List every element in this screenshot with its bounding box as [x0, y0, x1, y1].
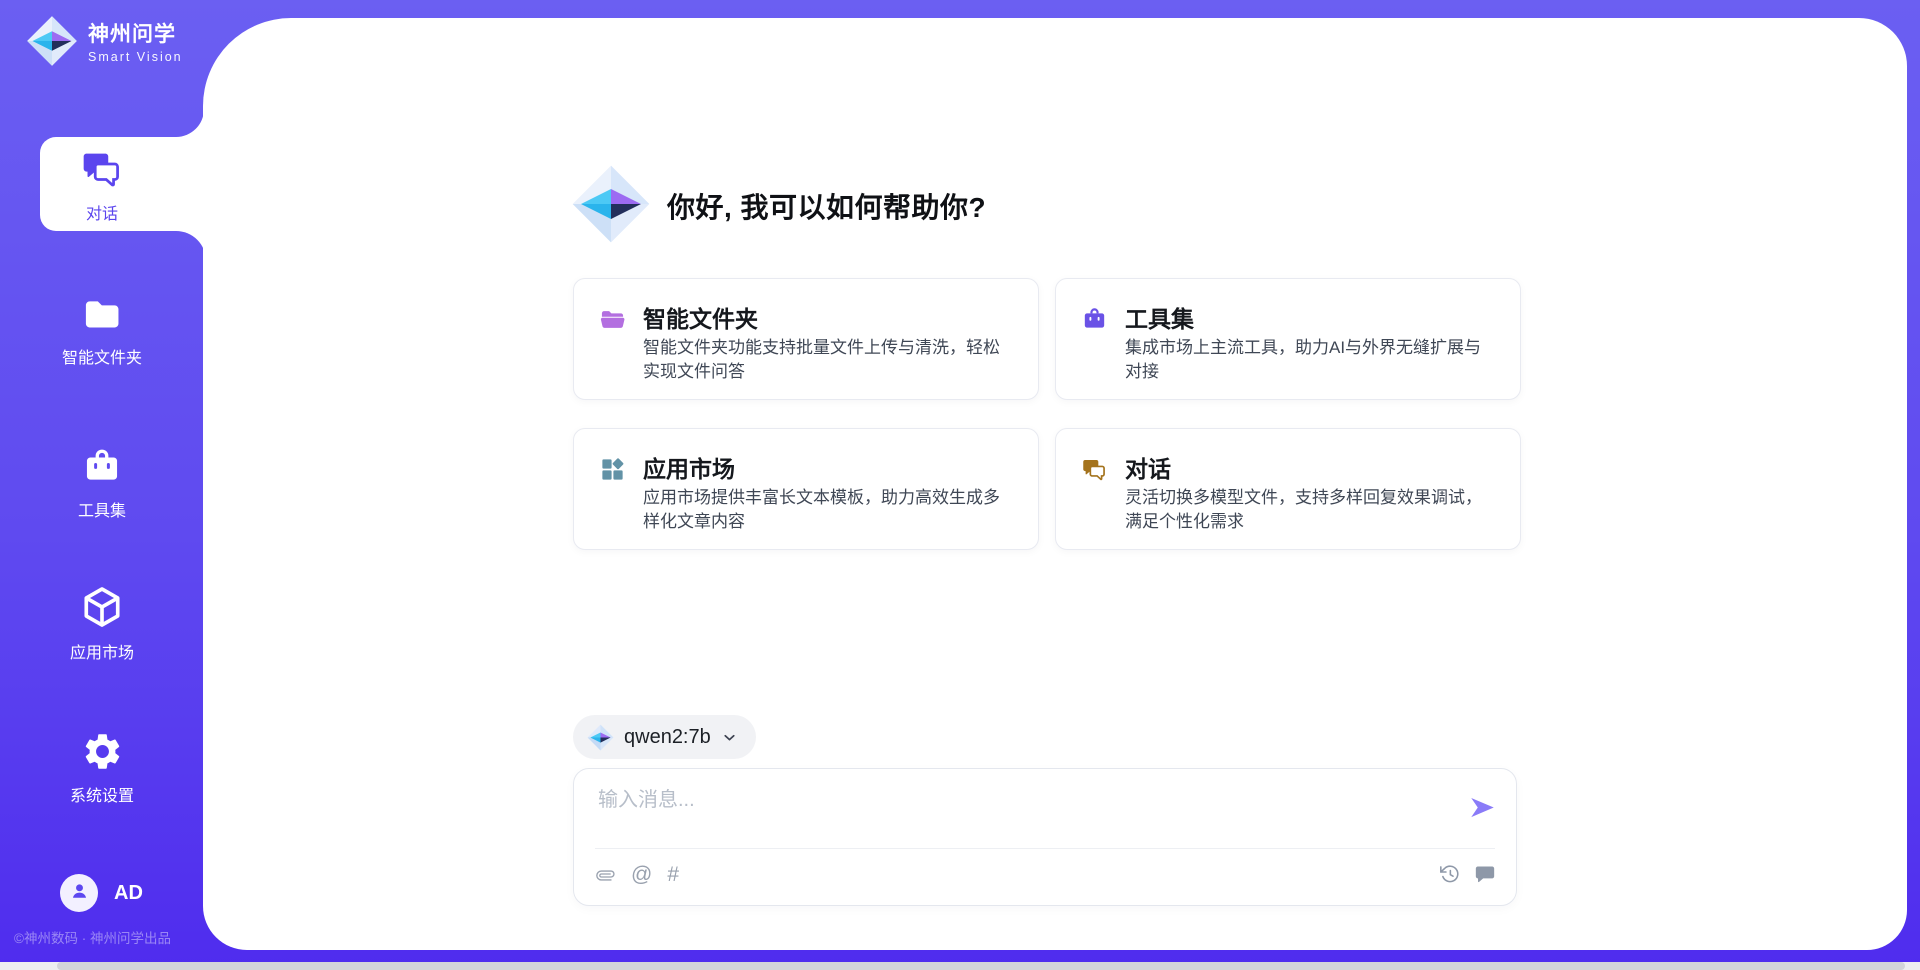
card-title: 智能文件夹 [643, 300, 758, 334]
sidebar-item-label: 系统设置 [70, 782, 134, 806]
sidebar-item-label: 对话 [86, 200, 118, 224]
chat-icon [80, 147, 124, 191]
sidebar-item-chat[interactable]: 对话 [0, 147, 204, 224]
card-description: 集成市场上主流工具，助力AI与外界无缝扩展与对接 [1125, 336, 1485, 383]
model-name: qwen2:7b [624, 726, 711, 749]
main-panel: 你好, 我可以如何帮助你? 智能文件夹 智能文件夹功能支持批量文件上传与清洗，轻… [203, 18, 1907, 950]
composer-tools-left: @ # [595, 862, 679, 888]
horizontal-scrollbar-thumb[interactable] [57, 962, 1905, 970]
tab-fillet-bottom [176, 231, 206, 261]
card-smart-folder[interactable]: 智能文件夹 智能文件夹功能支持批量文件上传与清洗，轻松实现文件问答 [573, 278, 1039, 400]
tab-fillet-top [176, 109, 204, 137]
card-toolset[interactable]: 工具集 集成市场上主流工具，助力AI与外界无缝扩展与对接 [1055, 278, 1521, 400]
sidebar-item-label: 应用市场 [70, 639, 134, 663]
diamond-logo-icon [587, 724, 614, 751]
app-root: 神州问学 Smart Vision 对话 智能文件夹 [0, 0, 1920, 970]
copyright-text: ©神州数码 · 神州问学出品 [14, 927, 171, 947]
horizontal-scrollbar-track [0, 962, 1920, 970]
sidebar-item-toolset[interactable]: 工具集 [0, 446, 204, 521]
composer-tools-right [1439, 863, 1496, 885]
card-description: 智能文件夹功能支持批量文件上传与清洗，轻松实现文件问答 [643, 336, 1003, 383]
sidebar-item-smart-folder[interactable]: 智能文件夹 [0, 293, 204, 368]
hash-icon[interactable]: # [667, 862, 679, 888]
briefcase-icon [1081, 306, 1108, 338]
mention-icon[interactable]: @ [631, 862, 652, 888]
sidebar-item-label: 工具集 [78, 497, 126, 521]
history-icon[interactable] [1439, 863, 1461, 885]
card-title: 应用市场 [643, 450, 735, 484]
card-title: 工具集 [1125, 300, 1194, 334]
user-initials: AD [114, 882, 143, 905]
composer: @ # [573, 768, 1517, 906]
sidebar-item-settings[interactable]: 系统设置 [0, 730, 204, 806]
card-description: 应用市场提供丰富长文本模板，助力高效生成多样化文章内容 [643, 486, 1003, 533]
sidebar-item-label: 智能文件夹 [62, 344, 142, 368]
greeting-logo-icon [571, 164, 651, 249]
chevron-down-icon [721, 729, 738, 746]
gear-icon [81, 730, 124, 773]
brand: 神州问学 Smart Vision [26, 15, 183, 72]
card-title: 对话 [1125, 450, 1171, 484]
avatar [60, 874, 98, 912]
sidebar-item-app-market[interactable]: 应用市场 [0, 584, 204, 663]
card-chat[interactable]: 对话 灵活切换多模型文件，支持多样回复效果调试，满足个性化需求 [1055, 428, 1521, 550]
model-selector[interactable]: qwen2:7b [573, 715, 756, 759]
cube-icon [79, 584, 125, 630]
person-icon [68, 879, 91, 907]
card-app-market[interactable]: 应用市场 应用市场提供丰富长文本模板，助力高效生成多样化文章内容 [573, 428, 1039, 550]
diamond-logo-icon [26, 15, 78, 72]
toolbox-icon [79, 446, 125, 488]
composer-divider [595, 848, 1495, 849]
card-description: 灵活切换多模型文件，支持多样回复效果调试，满足个性化需求 [1125, 486, 1485, 533]
message-input[interactable] [596, 781, 1460, 843]
brand-name: 神州问学 [88, 23, 183, 46]
appstore-icon [599, 456, 626, 488]
chat-icon [1081, 456, 1108, 488]
greeting-text: 你好, 我可以如何帮助你? [667, 186, 986, 226]
send-icon[interactable] [1469, 794, 1496, 821]
paperclip-icon[interactable] [595, 864, 616, 887]
comment-icon[interactable] [1474, 863, 1496, 885]
user-profile[interactable]: AD [60, 874, 143, 912]
folder-open-icon [599, 306, 626, 338]
brand-subtitle: Smart Vision [88, 50, 183, 64]
folder-icon [79, 293, 125, 335]
